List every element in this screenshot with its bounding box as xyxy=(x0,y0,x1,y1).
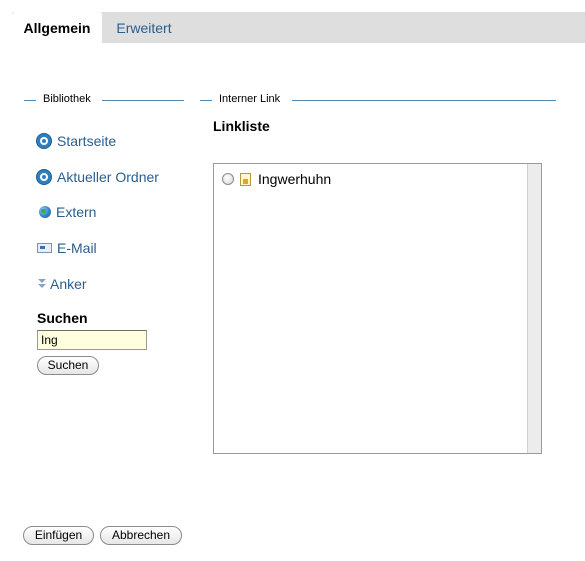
library-item-label: E-Mail xyxy=(57,240,97,256)
list-item-label: Ingwerhuhn xyxy=(258,171,332,187)
document-icon xyxy=(240,172,251,186)
node-icon xyxy=(36,133,52,149)
link-list: Ingwerhuhn xyxy=(213,163,542,454)
library-item-extern[interactable]: Extern xyxy=(39,202,96,222)
list-item[interactable]: Ingwerhuhn xyxy=(222,170,331,188)
bibliothek-rule-left xyxy=(24,100,36,101)
library-item-label: Anker xyxy=(50,276,87,292)
tab-erweitert[interactable]: Erweitert xyxy=(108,12,180,43)
tab-allgemein[interactable]: Allgemein xyxy=(12,12,102,45)
interner-link-legend: Interner Link xyxy=(215,93,285,105)
library-item-label: Extern xyxy=(56,204,97,220)
search-input[interactable] xyxy=(37,330,147,350)
library-item-aktueller-ordner[interactable]: Aktueller Ordner xyxy=(36,167,159,187)
library-item-label: Aktueller Ordner xyxy=(57,169,159,185)
search-button[interactable]: Suchen xyxy=(37,356,99,375)
library-item-startseite[interactable]: Startseite xyxy=(36,131,116,151)
cancel-button[interactable]: Abbrechen xyxy=(100,526,182,545)
interner-link-rule-left xyxy=(200,100,212,101)
mail-icon xyxy=(37,243,52,253)
library-item-email[interactable]: E-Mail xyxy=(37,238,97,258)
interner-link-rule-right xyxy=(292,100,556,101)
radio-button[interactable] xyxy=(222,173,234,185)
anchor-icon xyxy=(37,279,47,289)
globe-icon xyxy=(39,206,51,218)
insert-button[interactable]: Einfügen xyxy=(23,526,94,545)
tab-bar: Allgemein Erweitert xyxy=(12,12,585,45)
search-label: Suchen xyxy=(37,310,88,326)
node-icon xyxy=(36,169,52,185)
scrollbar[interactable] xyxy=(527,164,541,453)
library-item-anker[interactable]: Anker xyxy=(37,274,87,294)
bibliothek-rule-right xyxy=(102,100,184,101)
bibliothek-legend: Bibliothek xyxy=(39,93,95,105)
library-item-label: Startseite xyxy=(57,133,117,149)
linkliste-title: Linkliste xyxy=(213,118,270,134)
